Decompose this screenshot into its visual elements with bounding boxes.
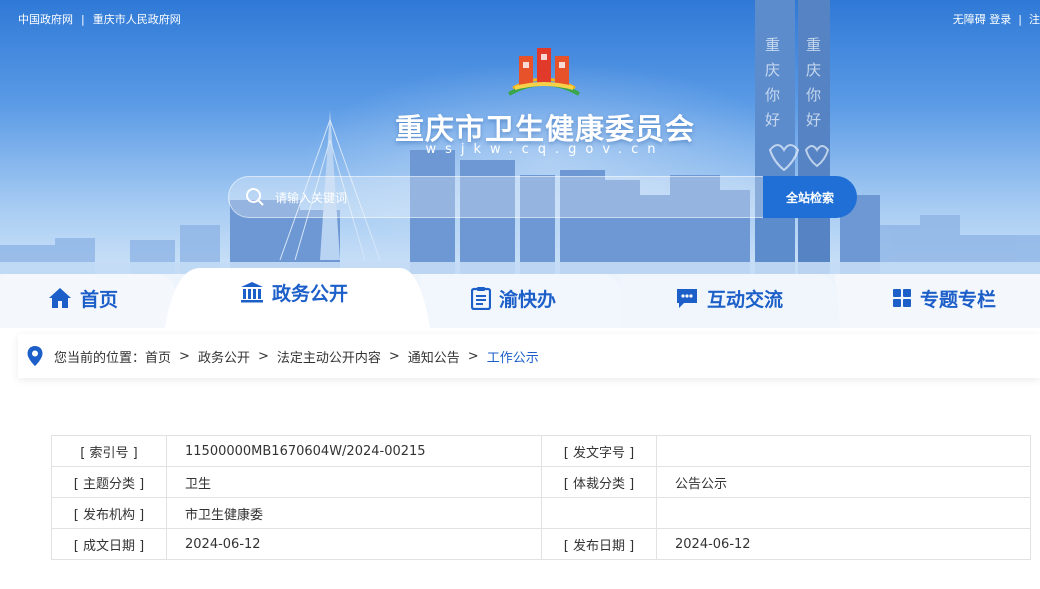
meta-key: [ 索引号 ] (51, 435, 167, 467)
government-building-icon (241, 282, 263, 303)
breadcrumb-prefix: 您当前的位置： (54, 350, 146, 366)
search-input[interactable] (273, 186, 757, 210)
svg-text:好: 好 (806, 111, 821, 129)
meta-key: [ 体裁分类 ] (541, 466, 657, 498)
breadcrumb-notices[interactable]: 通知公告 (408, 347, 460, 366)
nav-home[interactable]: 首页 (48, 268, 118, 328)
svg-text:重: 重 (806, 36, 821, 54)
table-row: [ 发布机构 ] 市卫生健康委 (51, 497, 1031, 529)
svg-text:庆: 庆 (806, 61, 821, 79)
meta-value: 2024-06-12 (656, 528, 1031, 560)
home-icon (49, 288, 71, 308)
register-link[interactable]: 注 (1029, 13, 1040, 26)
nav-interaction[interactable]: 互动交流 (675, 268, 783, 328)
table-row: [ 主题分类 ] 卫生 [ 体裁分类 ] 公告公示 (51, 466, 1031, 498)
nav-home-label: 首页 (80, 288, 119, 311)
accessibility-link[interactable]: 无障碍 (953, 13, 986, 26)
meta-value (656, 497, 1031, 529)
meta-key: [ 发文字号 ] (541, 435, 657, 467)
link-cq-gov[interactable]: 重庆市人民政府网 (93, 13, 181, 26)
meta-key: [ 成文日期 ] (51, 528, 167, 560)
breadcrumb-current[interactable]: 工作公示 (487, 347, 539, 366)
search-box (228, 176, 788, 218)
meta-value: 11500000MB1670604W/2024-00215 (166, 435, 542, 467)
nav-yukuaiban[interactable]: 渝快办 (471, 268, 556, 328)
nav-yukuaiban-label: 渝快办 (499, 288, 557, 311)
breadcrumb-gov-affairs[interactable]: 政务公开 (198, 347, 250, 366)
meta-key (541, 497, 657, 529)
svg-text:你: 你 (806, 86, 821, 104)
document-meta-table: [ 索引号 ] 11500000MB1670604W/2024-00215 [ … (51, 435, 1031, 560)
nav-gov-affairs-label: 政务公开 (272, 282, 349, 305)
nav-special-topics-label: 专题专栏 (920, 288, 997, 311)
nav-interaction-label: 互动交流 (707, 288, 784, 311)
breadcrumb-separator: > (257, 348, 269, 364)
grid-icon (893, 289, 911, 307)
link-separator: | (81, 13, 85, 26)
meta-key: [ 发布机构 ] (51, 497, 167, 529)
building-emblem-icon (508, 48, 580, 96)
svg-text:你: 你 (765, 86, 780, 104)
site-search-button[interactable]: 全站检索 (763, 176, 857, 218)
link-separator: | (1018, 13, 1022, 26)
breadcrumb-separator: > (388, 348, 400, 364)
breadcrumb-home[interactable]: 首页 (145, 347, 171, 366)
svg-text:好: 好 (765, 111, 780, 129)
service-list-icon (471, 287, 491, 310)
nav-special-topics[interactable]: 专题专栏 (892, 268, 996, 328)
link-gov-cn[interactable]: 中国政府网 (18, 13, 73, 26)
header-banner: 重庆 你好 重庆 你好 中国政府网 | 重庆市人民政府网 无障碍 登录 | 注 重庆市卫… (0, 0, 1040, 300)
login-link[interactable]: 登录 (989, 13, 1011, 26)
meta-value: 市卫生健康委 (166, 497, 542, 529)
site-domain: wsjkw.cq.gov.cn (425, 142, 665, 157)
meta-value: 卫生 (166, 466, 542, 498)
search-icon (246, 188, 264, 206)
svg-text:重: 重 (765, 36, 780, 54)
svg-text:庆: 庆 (765, 61, 780, 79)
nav-gov-affairs[interactable]: 政务公开 (240, 262, 348, 322)
meta-key: [ 主题分类 ] (51, 466, 167, 498)
meta-key: [ 发布日期 ] (541, 528, 657, 560)
table-row: [ 索引号 ] 11500000MB1670604W/2024-00215 [ … (51, 435, 1031, 467)
breadcrumb: 您当前的位置： 首页 > 政务公开 > 法定主动公开内容 > 通知公告 > 工作… (18, 334, 1040, 378)
top-links-left: 中国政府网 | 重庆市人民政府网 (18, 11, 181, 27)
chat-icon (677, 289, 697, 308)
main-nav: 首页 政务公开 渝快办 互动交流 专题专栏 (0, 268, 1040, 328)
meta-value: 2024-06-12 (166, 528, 542, 560)
table-row: [ 成文日期 ] 2024-06-12 [ 发布日期 ] 2024-06-12 (51, 528, 1031, 560)
breadcrumb-separator: > (179, 348, 190, 364)
location-pin-icon (27, 346, 43, 366)
breadcrumb-separator: > (467, 348, 479, 364)
breadcrumb-statutory-disclosure[interactable]: 法定主动公开内容 (277, 347, 381, 366)
top-links-right: 无障碍 登录 | 注 (953, 11, 1040, 27)
meta-value (656, 435, 1031, 467)
meta-value: 公告公示 (656, 466, 1031, 498)
